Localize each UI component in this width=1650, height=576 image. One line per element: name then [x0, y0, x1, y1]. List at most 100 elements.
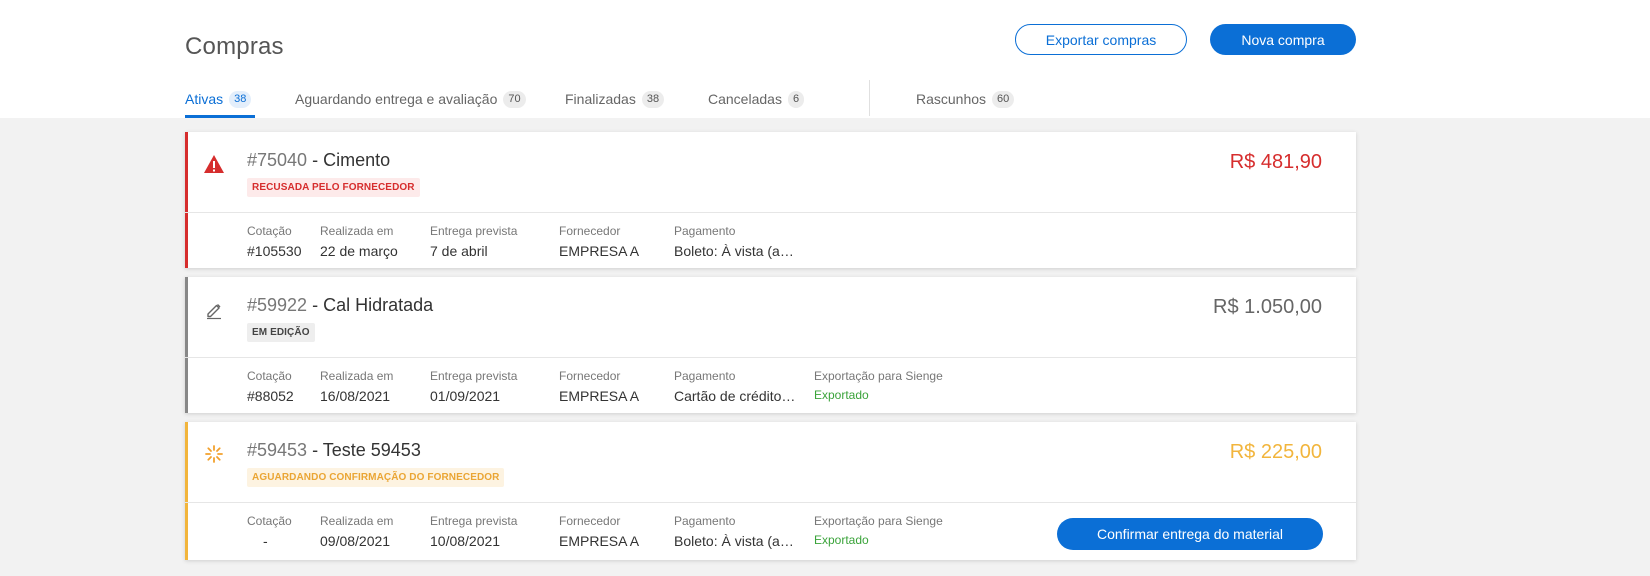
order-title: #75040 - Cimento — [247, 150, 390, 171]
field-label: Fornecedor — [559, 514, 621, 528]
field-label: Realizada em — [320, 369, 394, 383]
placed-field: Realizada em 16/08/2021 — [320, 369, 393, 404]
order-price: R$ 1.050,00 — [1213, 296, 1322, 318]
field-label: Realizada em — [320, 514, 394, 528]
field-label: Exportação para Sienge — [814, 369, 943, 383]
tab-count-badge: 38 — [641, 90, 665, 108]
pencil-icon — [203, 298, 225, 320]
tab-rascunhos[interactable]: Rascunhos 60 — [916, 80, 1015, 118]
tab-canceladas[interactable]: Canceladas 6 — [708, 80, 805, 118]
new-purchase-button[interactable]: Nova compra — [1210, 24, 1356, 55]
loading-spinner-icon — [203, 443, 225, 465]
field-value: #88052 — [247, 388, 294, 404]
delivery-field: Entrega prevista 7 de abril — [430, 224, 517, 259]
payment-field: Pagamento Cartão de crédito… — [674, 369, 795, 404]
tab-count-badge: 38 — [229, 90, 252, 108]
order-title: #59922 - Cal Hidratada — [247, 295, 433, 316]
tab-label: Finalizadas — [565, 91, 636, 107]
tab-aguardando[interactable]: Aguardando entrega e avaliação 70 — [295, 80, 526, 118]
page-title: Compras — [185, 33, 284, 60]
order-number: #75040 — [247, 150, 308, 170]
order-card-75040[interactable]: #75040 - Cimento RECUSADA PELO FORNECEDO… — [185, 132, 1356, 268]
order-price: R$ 481,90 — [1229, 151, 1322, 173]
delivery-field: Entrega prevista 01/09/2021 — [430, 369, 517, 404]
order-title: #59453 - Teste 59453 — [247, 440, 421, 461]
status-badge: AGUARDANDO CONFIRMAÇÃO DO FORNECEDOR — [247, 468, 505, 487]
field-label: Cotação — [247, 224, 292, 238]
quote-field: Cotação #88052 — [247, 369, 294, 404]
order-price: R$ 225,00 — [1229, 441, 1322, 463]
field-label: Entrega prevista — [430, 514, 518, 528]
card-divider — [185, 502, 1356, 503]
supplier-field: Fornecedor EMPRESA A — [559, 514, 639, 549]
active-tab-indicator — [185, 115, 255, 118]
confirm-delivery-button[interactable]: Confirmar entrega do material — [1057, 518, 1323, 550]
status-badge: RECUSADA PELO FORNECEDOR — [247, 178, 420, 197]
field-value: Cartão de crédito… — [674, 388, 796, 404]
placed-field: Realizada em 22 de março — [320, 224, 398, 259]
field-label: Exportação para Sienge — [814, 514, 943, 528]
field-value: EMPRESA A — [559, 243, 640, 259]
card-divider — [185, 212, 1356, 213]
field-value: 22 de março — [320, 243, 398, 259]
tab-divider — [869, 80, 870, 116]
order-card-59922[interactable]: #59922 - Cal Hidratada EM EDIÇÃO R$ 1.05… — [185, 277, 1356, 413]
field-label: Cotação — [247, 369, 292, 383]
quote-field: Cotação - — [247, 514, 292, 549]
card-divider — [185, 357, 1356, 358]
field-label: Entrega prevista — [430, 369, 518, 383]
field-value: 7 de abril — [430, 243, 488, 259]
order-name: - Cimento — [307, 150, 391, 170]
tab-count-badge: 60 — [992, 90, 1015, 108]
field-value: Boleto: À vista (a… — [674, 243, 794, 259]
placed-field: Realizada em 09/08/2021 — [320, 514, 393, 549]
status-accent-bar — [185, 277, 188, 413]
status-accent-bar — [185, 422, 188, 560]
status-accent-bar — [185, 132, 188, 268]
field-label: Pagamento — [674, 224, 736, 238]
supplier-field: Fornecedor EMPRESA A — [559, 369, 639, 404]
tab-finalizadas[interactable]: Finalizadas 38 — [565, 80, 665, 118]
tab-label: Canceladas — [708, 91, 782, 107]
field-value: 09/08/2021 — [320, 533, 391, 549]
field-value: EMPRESA A — [559, 388, 640, 404]
tab-label: Rascunhos — [916, 91, 987, 107]
tab-label: Aguardando entrega e avaliação — [295, 91, 498, 107]
warning-icon — [203, 153, 225, 175]
export-status: Exportado — [814, 533, 869, 547]
order-card-59453[interactable]: #59453 - Teste 59453 AGUARDANDO CONFIRMA… — [185, 422, 1356, 560]
order-name: - Cal Hidratada — [307, 295, 434, 315]
supplier-field: Fornecedor EMPRESA A — [559, 224, 639, 259]
export-field: Exportação para Sienge Exportado — [814, 369, 943, 402]
field-label: Pagamento — [674, 369, 736, 383]
field-label: Fornecedor — [559, 224, 621, 238]
field-label: Cotação — [247, 514, 292, 528]
field-label: Pagamento — [674, 514, 736, 528]
field-label: Realizada em — [320, 224, 394, 238]
status-tabs: Ativas 38 Aguardando entrega e avaliação… — [185, 80, 1356, 118]
tab-count-badge: 6 — [787, 90, 805, 108]
field-value: Boleto: À vista (a… — [674, 533, 794, 549]
payment-field: Pagamento Boleto: À vista (a… — [674, 514, 794, 549]
tab-count-badge: 70 — [503, 90, 526, 108]
field-value: #105530 — [247, 243, 302, 259]
payment-field: Pagamento Boleto: À vista (a… — [674, 224, 794, 259]
export-status: Exportado — [814, 388, 869, 402]
delivery-field: Entrega prevista 10/08/2021 — [430, 514, 517, 549]
order-number: #59922 — [247, 295, 308, 315]
export-purchases-button[interactable]: Exportar compras — [1015, 24, 1187, 55]
field-label: Fornecedor — [559, 369, 621, 383]
order-name: - Teste 59453 — [307, 440, 421, 460]
export-field: Exportação para Sienge Exportado — [814, 514, 943, 547]
field-value: 16/08/2021 — [320, 388, 391, 404]
status-badge: EM EDIÇÃO — [247, 323, 315, 342]
field-value: EMPRESA A — [559, 533, 640, 549]
tab-label: Ativas — [185, 91, 224, 107]
field-label: Entrega prevista — [430, 224, 518, 238]
field-value: 10/08/2021 — [430, 533, 501, 549]
field-value: - — [263, 533, 268, 549]
quote-field: Cotação #105530 — [247, 224, 302, 259]
field-value: 01/09/2021 — [430, 388, 501, 404]
tab-ativas[interactable]: Ativas 38 — [185, 80, 255, 118]
order-number: #59453 — [247, 440, 308, 460]
